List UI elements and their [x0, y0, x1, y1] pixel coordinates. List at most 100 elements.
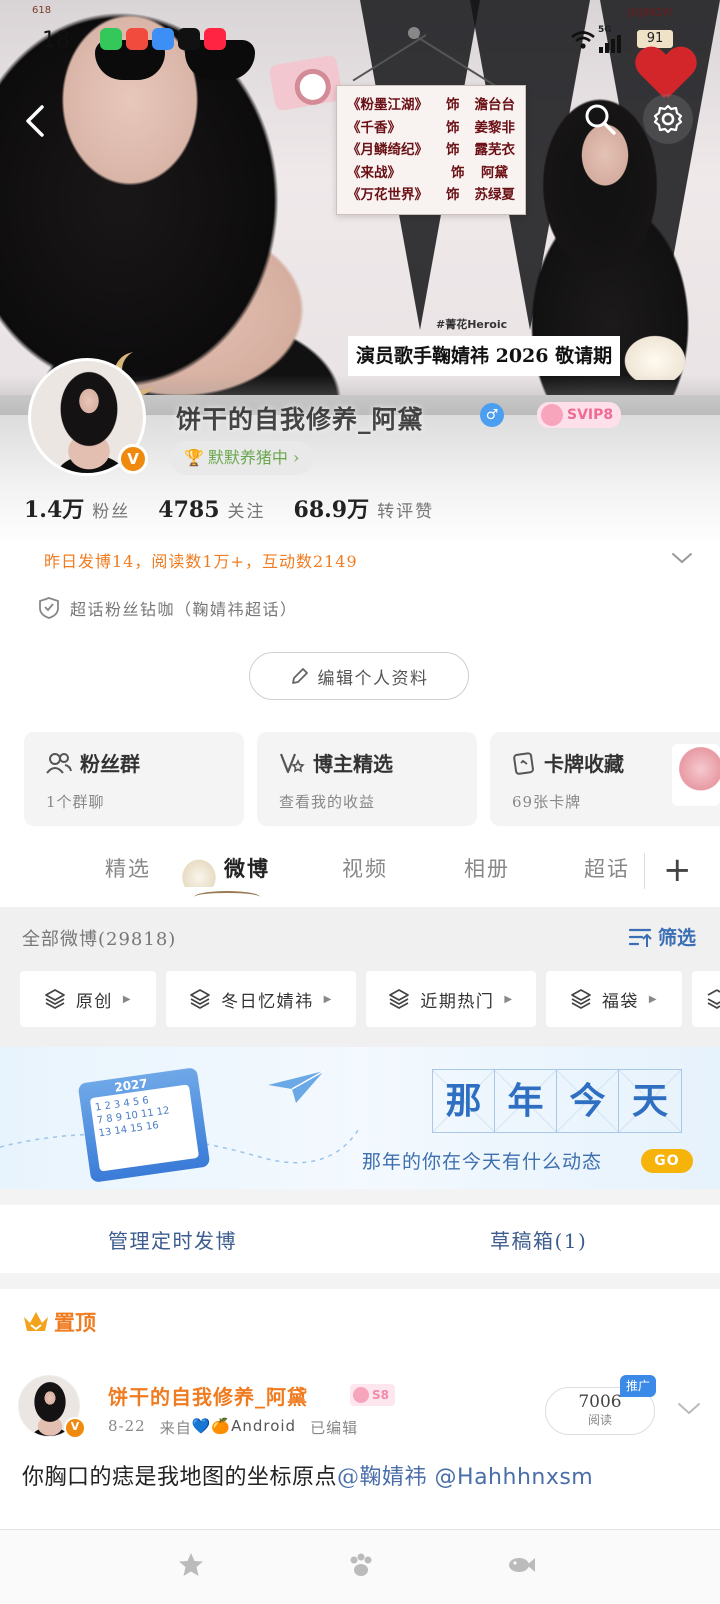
layers-icon [571, 989, 591, 1009]
bottom-nav [0, 1529, 720, 1604]
add-tab-icon[interactable]: + [663, 853, 692, 887]
chip-winter-memory[interactable]: 冬日忆婧祎 ▶ [166, 971, 356, 1027]
status-brand-text: JUJINGYI [628, 6, 672, 19]
cast-row: 《粉墨江湖》饰澹台台 [347, 94, 515, 117]
card-title: 粉丝群 [80, 752, 140, 776]
signal-bars-icon [599, 35, 621, 53]
tab-video[interactable]: 视频 [342, 853, 388, 883]
stat-label: 粉丝 [92, 502, 131, 522]
cast-role-word: 饰 [445, 142, 460, 158]
chip-lucky-bag[interactable]: 福袋 ▶ [546, 971, 682, 1027]
card-collection-thumbnail [672, 744, 720, 806]
chip-label: 冬日忆婧祎 [221, 991, 314, 1012]
filter-button[interactable]: 筛选 [628, 923, 696, 950]
network-type: 5G [598, 25, 612, 35]
lotus-decor-icon [620, 332, 690, 380]
card-fan-group[interactable]: 粉丝群 1个群聊 [24, 732, 244, 826]
settings-button[interactable] [643, 94, 693, 144]
chip-overflow[interactable] [692, 971, 720, 1027]
quick-cards: 粉丝群 1个群聊 博主精选 查看我的收益 卡牌收藏 69张卡牌 [0, 715, 720, 833]
calendar-icon: 2027 1 2 3 4 5 6 7 8 9 10 11 12 13 14 15… [77, 1067, 211, 1183]
cast-title: 《月鳞绮纪》 [347, 142, 428, 158]
card-title: 博主精选 [313, 752, 393, 776]
mention-link[interactable]: @Hahhhnxsm [435, 1465, 594, 1490]
post-author-name[interactable]: 饼干的自我修养_阿黛 [108, 1381, 308, 1410]
edit-profile-label: 编辑个人资料 [317, 668, 429, 689]
chevron-down-icon[interactable] [670, 550, 694, 566]
scheduled-posts-button[interactable]: 管理定时发博 [108, 1225, 237, 1254]
post-source-prefix: 来自 [159, 1419, 192, 1437]
cast-title: 《万花世界》 [347, 187, 428, 203]
crown-icon [24, 1312, 48, 1331]
profile-tabs: 精选 微博 视频 相册 超话 + [0, 833, 720, 907]
avatar-frame[interactable]: V [22, 352, 152, 482]
browser-app-icon [152, 28, 174, 50]
tab-album[interactable]: 相册 [464, 853, 510, 883]
chip-original[interactable]: 原创 ▶ [20, 971, 156, 1027]
chip-recent-hot[interactable]: 近期热门 ▶ [366, 971, 536, 1027]
post-date: 8-22 [108, 1417, 146, 1435]
chip-label: 福袋 [601, 991, 639, 1012]
cast-row: 《来战》饰阿黛 [347, 162, 515, 185]
weibo-app-icon [126, 28, 148, 50]
back-button[interactable] [10, 96, 60, 146]
edit-profile-button[interactable]: 编辑个人资料 [249, 652, 469, 700]
pencil-icon [291, 668, 308, 684]
group-icon [46, 752, 72, 774]
post-text-body: 你胸口的痣是我地图的坐标原点 [22, 1465, 338, 1490]
search-button[interactable] [575, 94, 625, 144]
promote-badge[interactable]: 推广 [620, 1375, 657, 1397]
chevron-down-icon[interactable] [676, 1401, 702, 1417]
trophy-cup-icon: 🏆 [184, 448, 204, 467]
xiaohongshu-app-icon [204, 28, 226, 50]
on-this-day-banner[interactable]: 2027 1 2 3 4 5 6 7 8 9 10 11 12 13 14 15… [0, 1047, 720, 1189]
status-chip[interactable]: 🏆 默默养猪中 › [170, 441, 314, 475]
card-subtitle: 69张卡牌 [512, 793, 582, 811]
v-star-icon [279, 753, 305, 773]
post-text: 你胸口的痣是我地图的坐标原点@鞠婧祎 @Hahhhnxsm [22, 1459, 593, 1491]
cast-role-word: 饰 [445, 97, 460, 113]
yesterday-summary[interactable]: 昨日发博14，阅读数1万+，互动数2149 [44, 548, 358, 572]
branch-tab-decor [194, 891, 260, 903]
drafts-button[interactable]: 草稿箱(1) [490, 1225, 587, 1254]
paw-nav-icon[interactable] [346, 1550, 376, 1580]
pinned-post[interactable]: 置顶 V 饼干的自我修养_阿黛 S8 8-22 来自 💙🍊Android 已编辑… [0, 1289, 720, 1529]
mention-link[interactable]: @鞠婧祎 [337, 1465, 427, 1490]
signal-icon: 5G [598, 25, 624, 56]
tab-supertopic[interactable]: 超话 [584, 853, 630, 883]
status-app-icons [100, 28, 226, 50]
tab-featured[interactable]: 精选 [105, 853, 151, 883]
supertopic-fan-level[interactable]: 超话粉丝钻咖（鞠婧祎超话） [38, 596, 298, 620]
svip-badge[interactable]: SVIP8 [537, 402, 622, 428]
cast-row: 《千香》饰姜黎非 [347, 117, 515, 140]
cast-title: 《来战》 [347, 164, 401, 181]
chip-label: 原创 [75, 991, 113, 1012]
caret-right-icon: ▶ [323, 993, 333, 1005]
layers-icon [389, 989, 410, 1009]
stat-following[interactable]: 4785 关注 [158, 497, 265, 523]
stat-followers[interactable]: 1.4万 粉丝 [24, 492, 130, 524]
status-time: 18 [42, 28, 70, 53]
calendar-page: 1 2 3 4 5 6 7 8 9 10 11 12 13 14 15 16 [89, 1084, 200, 1172]
filter-label: 筛选 [658, 927, 697, 949]
stat-engagement[interactable]: 68.9万 转评赞 [294, 492, 435, 524]
cover-caption: 演员歌手鞠婧祎 2026 敬请期 [348, 336, 621, 376]
caret-right-icon: ▶ [122, 993, 133, 1005]
wifi-icon [571, 31, 595, 49]
card-creator-picks[interactable]: 博主精选 查看我的收益 [257, 732, 477, 826]
chevron-left-icon [26, 105, 44, 137]
stat-value: 4785 [158, 497, 220, 523]
layers-icon [190, 989, 210, 1009]
profile-nickname: 饼干的自我修养_阿黛 [176, 405, 424, 434]
card-subtitle: 查看我的收益 [279, 793, 376, 811]
fish-nav-icon[interactable] [506, 1550, 536, 1580]
go-button[interactable]: GO [641, 1149, 693, 1173]
supertopic-text: 超话粉丝钻咖（鞠婧祎超话） [70, 600, 298, 619]
cover-hashtag: #菁花Heroic [436, 318, 508, 331]
tab-weibo[interactable]: 微博 [224, 853, 270, 883]
cast-frame: 《粉墨江湖》饰澹台台 《千香》饰姜黎非 《月鳞绮纪》饰露芜衣 《来战》饰阿黛 《… [336, 85, 526, 215]
status-chip-text: 默默养猪中 › [207, 448, 300, 467]
card-title: 卡牌收藏 [544, 752, 624, 776]
star-nav-icon[interactable] [176, 1550, 206, 1580]
stat-value: 68.9万 [293, 497, 370, 523]
